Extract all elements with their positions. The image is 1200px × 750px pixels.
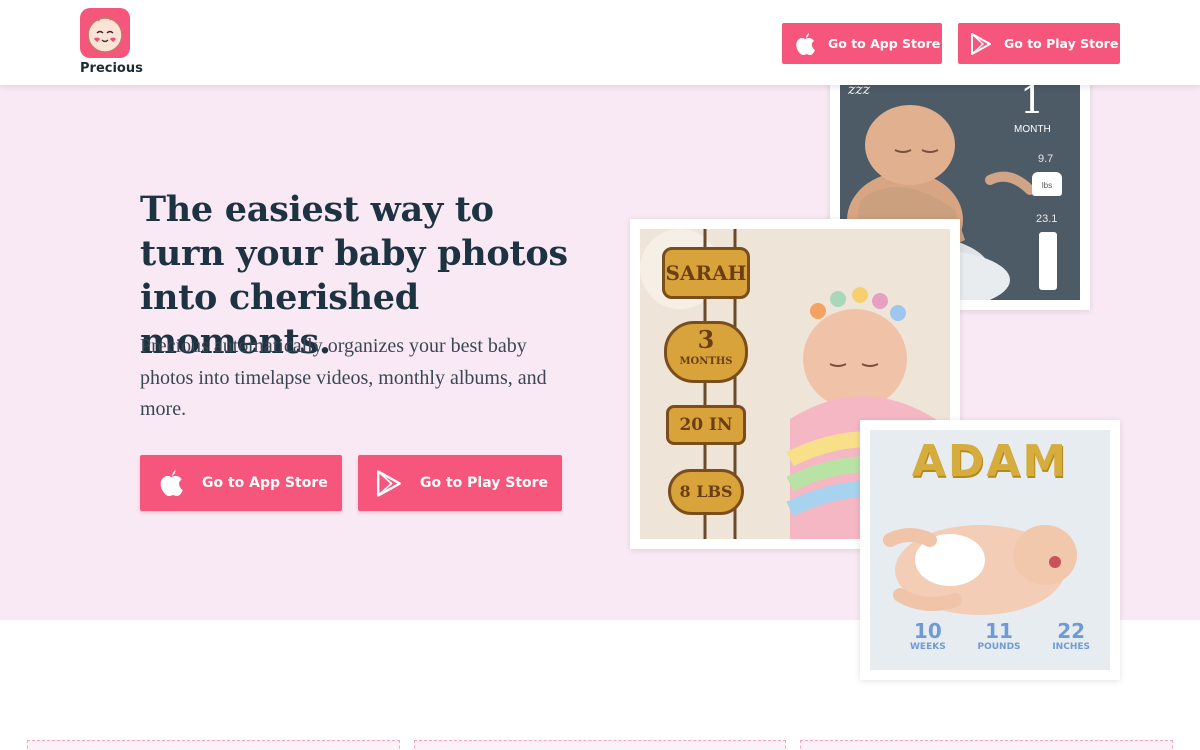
- stat-pounds: 11 POUNDS: [977, 620, 1020, 652]
- header-play-store-label: Go to Play Store: [1004, 36, 1119, 51]
- stat-pounds-unit: POUNDS: [977, 642, 1021, 652]
- play-store-icon: [958, 32, 1004, 55]
- name-sign: SARAH: [662, 247, 750, 299]
- photo-adam: ADAM 10 WEEKS 11 POUNDS 22 INCHES: [860, 420, 1120, 680]
- hero-play-store-button[interactable]: Go to Play Store: [358, 455, 562, 511]
- stat-inches-unit: INCHES: [1052, 642, 1090, 652]
- stat-pounds-value: 11: [985, 619, 1013, 643]
- stat-weeks-unit: WEEKS: [910, 642, 946, 652]
- stat-inches: 22 INCHES: [1052, 620, 1090, 652]
- baby-face-icon: [80, 8, 130, 58]
- header-play-store-button[interactable]: Go to Play Store: [958, 23, 1120, 64]
- hero-app-store-button[interactable]: Go to App Store: [140, 455, 342, 511]
- weight-unit: lbs: [1041, 181, 1053, 190]
- age-unit: MONTHS: [679, 356, 733, 367]
- stat-inches-value: 22: [1057, 619, 1086, 643]
- weight-sign: 8 LBS: [668, 469, 744, 515]
- brand-logo[interactable]: Precious: [80, 8, 143, 76]
- length-sign: 20 IN: [666, 405, 746, 445]
- name-balloons: ADAM: [911, 436, 1069, 487]
- feature-card-1: [27, 740, 400, 750]
- stat-weeks-value: 10: [913, 619, 942, 643]
- ruler-icon: [1039, 232, 1057, 290]
- one-month-length: 23.1: [1036, 213, 1058, 225]
- adam-stats: 10 WEEKS 11 POUNDS 22 INCHES: [910, 620, 1090, 652]
- feature-card-3: [800, 740, 1173, 750]
- age-sign: 3 MONTHS: [664, 321, 748, 383]
- adam-photo: ADAM 10 WEEKS 11 POUNDS 22 INCHES: [870, 430, 1110, 670]
- one-month-weight: 9.7: [1038, 153, 1054, 165]
- site-header: Precious Go to App Store Go to Play Stor…: [0, 0, 1200, 85]
- one-month-unit: MONTH: [1014, 124, 1051, 135]
- brand-name: Precious: [80, 61, 143, 76]
- apple-icon: [782, 32, 828, 56]
- header-app-store-label: Go to App Store: [828, 36, 941, 51]
- hero-subtext: Precious automatically organizes your be…: [140, 335, 547, 420]
- play-store-icon: [358, 469, 420, 497]
- one-month-number: 1: [1020, 80, 1045, 122]
- header-app-store-button[interactable]: Go to App Store: [782, 23, 942, 64]
- stat-weeks: 10 WEEKS: [910, 620, 946, 652]
- age-number: 3: [697, 325, 715, 354]
- apple-icon: [140, 468, 202, 498]
- hero-play-store-label: Go to Play Store: [420, 475, 549, 491]
- hero-app-store-label: Go to App Store: [202, 475, 328, 491]
- scale-icon: lbs: [1032, 172, 1062, 196]
- feature-card-2: [414, 740, 786, 750]
